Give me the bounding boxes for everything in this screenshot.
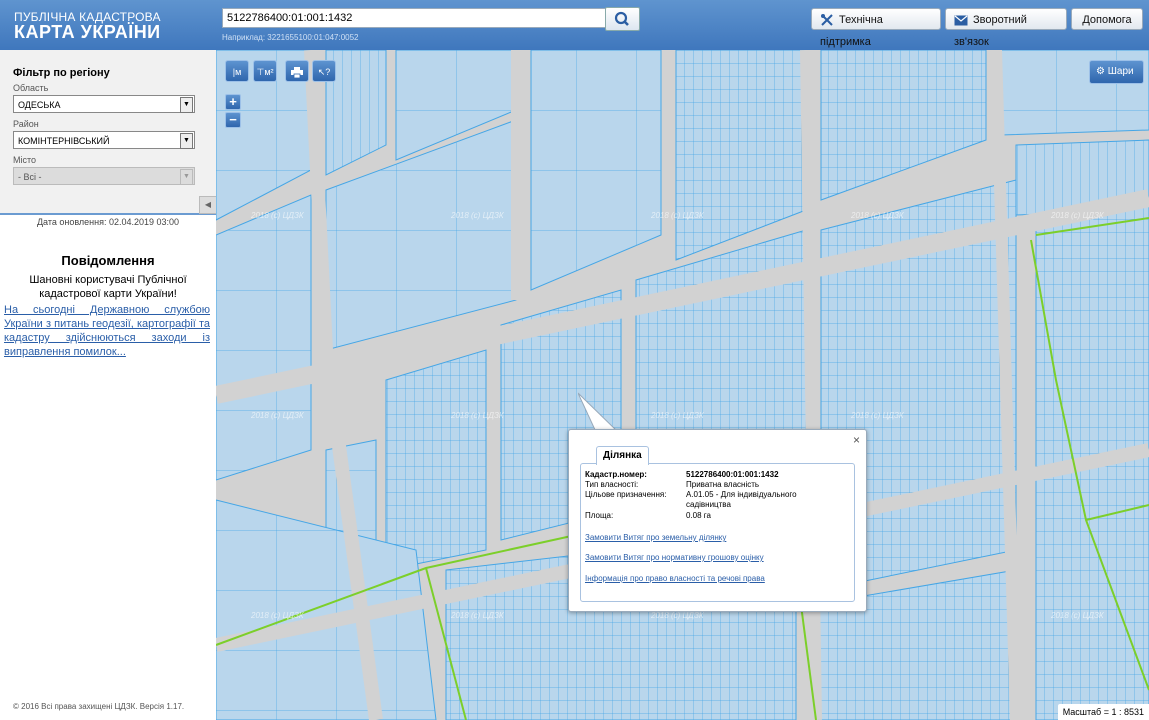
feedback-button[interactable]: Зворотний зв'язок: [945, 8, 1067, 48]
oblast-label: Область: [13, 83, 49, 93]
misto-label: Місто: [13, 155, 37, 165]
sidebar: Фільтр по регіону Область ОДЕСЬКА ▼ Райо…: [0, 50, 217, 720]
map-watermark: 2018 (с) ЦДЗК: [850, 411, 905, 420]
region-filter: Фільтр по регіону Область ОДЕСЬКА ▼ Райо…: [0, 50, 217, 215]
map-watermark: 2018 (с) ЦДЗК: [450, 211, 505, 220]
info-key: Тип власності:: [585, 480, 639, 489]
message-title: Повідомлення: [61, 253, 155, 268]
info-value: 5122786400:01:001:1432: [686, 470, 779, 479]
chevron-down-icon: ▼: [180, 97, 193, 113]
area-unit: м²: [264, 67, 274, 77]
print-button[interactable]: [285, 60, 309, 82]
map-watermark: 2018 (с) ЦДЗК: [450, 411, 505, 420]
copyright: © 2016 Всі права захищені ЦДЗК. Версія 1…: [13, 702, 185, 711]
search-icon: [614, 11, 629, 26]
order-extract-link[interactable]: Замовити Витяг про земельну ділянку: [585, 533, 726, 542]
map-watermark: 2018 (с) ЦДЗК: [650, 211, 705, 220]
zoom-in-button[interactable]: +: [225, 94, 241, 110]
measure-area-button[interactable]: ⊤м²: [253, 60, 277, 82]
cursor-question-icon: ↖?: [317, 67, 331, 77]
map-watermark: 2018 (с) ЦДЗК: [250, 611, 305, 620]
measure-length-button[interactable]: |м: [225, 60, 249, 82]
gear-icon: ⚙: [1096, 66, 1108, 77]
raion-label: Район: [13, 119, 39, 129]
map-watermark: 2018 (с) ЦДЗК: [650, 611, 705, 620]
length-unit: м: [235, 67, 242, 77]
map-watermark: 2018 (с) ЦДЗК: [650, 411, 705, 420]
raion-select[interactable]: КОМІНТЕРНІВСЬКИЙ ▼: [13, 131, 195, 149]
filter-title: Фільтр по регіону: [13, 67, 110, 79]
tools-icon: [821, 14, 833, 26]
info-value: A.01.05 - Для індивідуального садівництв…: [686, 490, 797, 509]
layers-label: Шари: [1107, 66, 1134, 77]
zoom-out-button[interactable]: −: [225, 112, 241, 128]
search-button[interactable]: [605, 7, 640, 31]
oblast-value: ОДЕСЬКА: [18, 100, 61, 110]
chevron-left-icon: ◀: [204, 200, 212, 209]
order-valuation-link[interactable]: Замовити Витяг про нормативну грошову оц…: [585, 553, 764, 562]
map-canvas[interactable]: 2018 (с) ЦДЗК 2018 (с) ЦДЗК 2018 (с) ЦДЗК 2…: [216, 50, 1149, 720]
close-icon[interactable]: ×: [853, 433, 860, 447]
layers-button[interactable]: ⚙ Шари: [1089, 60, 1144, 84]
header: ПУБЛІЧНА КАДАСТРОВА КАРТА УКРАЇНИ Наприк…: [0, 0, 1149, 50]
parcel-info-panel: Кадастр.номер: 5122786400:01:001:1432 Ти…: [580, 463, 855, 602]
brand-line-2[interactable]: КАРТА УКРАЇНИ: [14, 22, 161, 43]
oblast-select[interactable]: ОДЕСЬКА ▼: [13, 95, 195, 113]
info-key: Кадастр.номер:: [585, 470, 647, 479]
info-key: Площа:: [585, 511, 614, 520]
info-key: Цільове призначення:: [585, 490, 667, 499]
help-button[interactable]: Допомога: [1071, 8, 1143, 30]
info-value: 0.08 га: [686, 511, 711, 520]
map-watermark: 2018 (с) ЦДЗК: [250, 411, 305, 420]
identify-button[interactable]: ↖?: [312, 60, 336, 82]
chevron-down-icon: ▼: [180, 169, 193, 185]
message-greeting: Шановні користувачі Публічної кадастрово…: [29, 274, 187, 300]
tab-parcel[interactable]: Ділянка: [596, 446, 649, 465]
search-example: Наприклад: 3221655100:01:047:0052: [222, 33, 359, 42]
info-value: Приватна власність: [686, 480, 760, 489]
chevron-down-icon: ▼: [180, 133, 193, 149]
misto-select[interactable]: - Всі - ▼: [13, 167, 195, 185]
scale-indicator: Масштаб = 1 : 8531: [1057, 704, 1149, 720]
cadastral-map[interactable]: 2018 (с) ЦДЗК 2018 (с) ЦДЗК 2018 (с) ЦДЗК 2…: [216, 50, 1149, 720]
printer-icon: [291, 67, 303, 79]
update-date: Дата оновлення: 02.04.2019 03:00: [36, 217, 180, 227]
cadastral-search-input[interactable]: [222, 8, 607, 28]
tech-support-button[interactable]: Технічна підтримка: [811, 8, 941, 48]
ownership-info-link[interactable]: Інформація про право власності та речові…: [585, 574, 765, 583]
map-watermark: 2018 (с) ЦДЗК: [850, 211, 905, 220]
parcel-popup: × Ділянка Кадастр.номер: 5122786400:01:0…: [568, 429, 867, 612]
misto-value: - Всі -: [18, 172, 42, 182]
map-watermark: 2018 (с) ЦДЗК: [1050, 211, 1105, 220]
map-watermark: 2018 (с) ЦДЗК: [250, 211, 305, 220]
message-link[interactable]: На сьогодні Державною службою України з …: [4, 303, 210, 359]
raion-value: КОМІНТЕРНІВСЬКИЙ: [18, 136, 110, 146]
map-watermark: 2018 (с) ЦДЗК: [450, 611, 505, 620]
map-watermark: 2018 (с) ЦДЗК: [1050, 611, 1105, 620]
envelope-icon: [954, 15, 968, 26]
collapse-sidebar-button[interactable]: ◀: [199, 196, 217, 214]
